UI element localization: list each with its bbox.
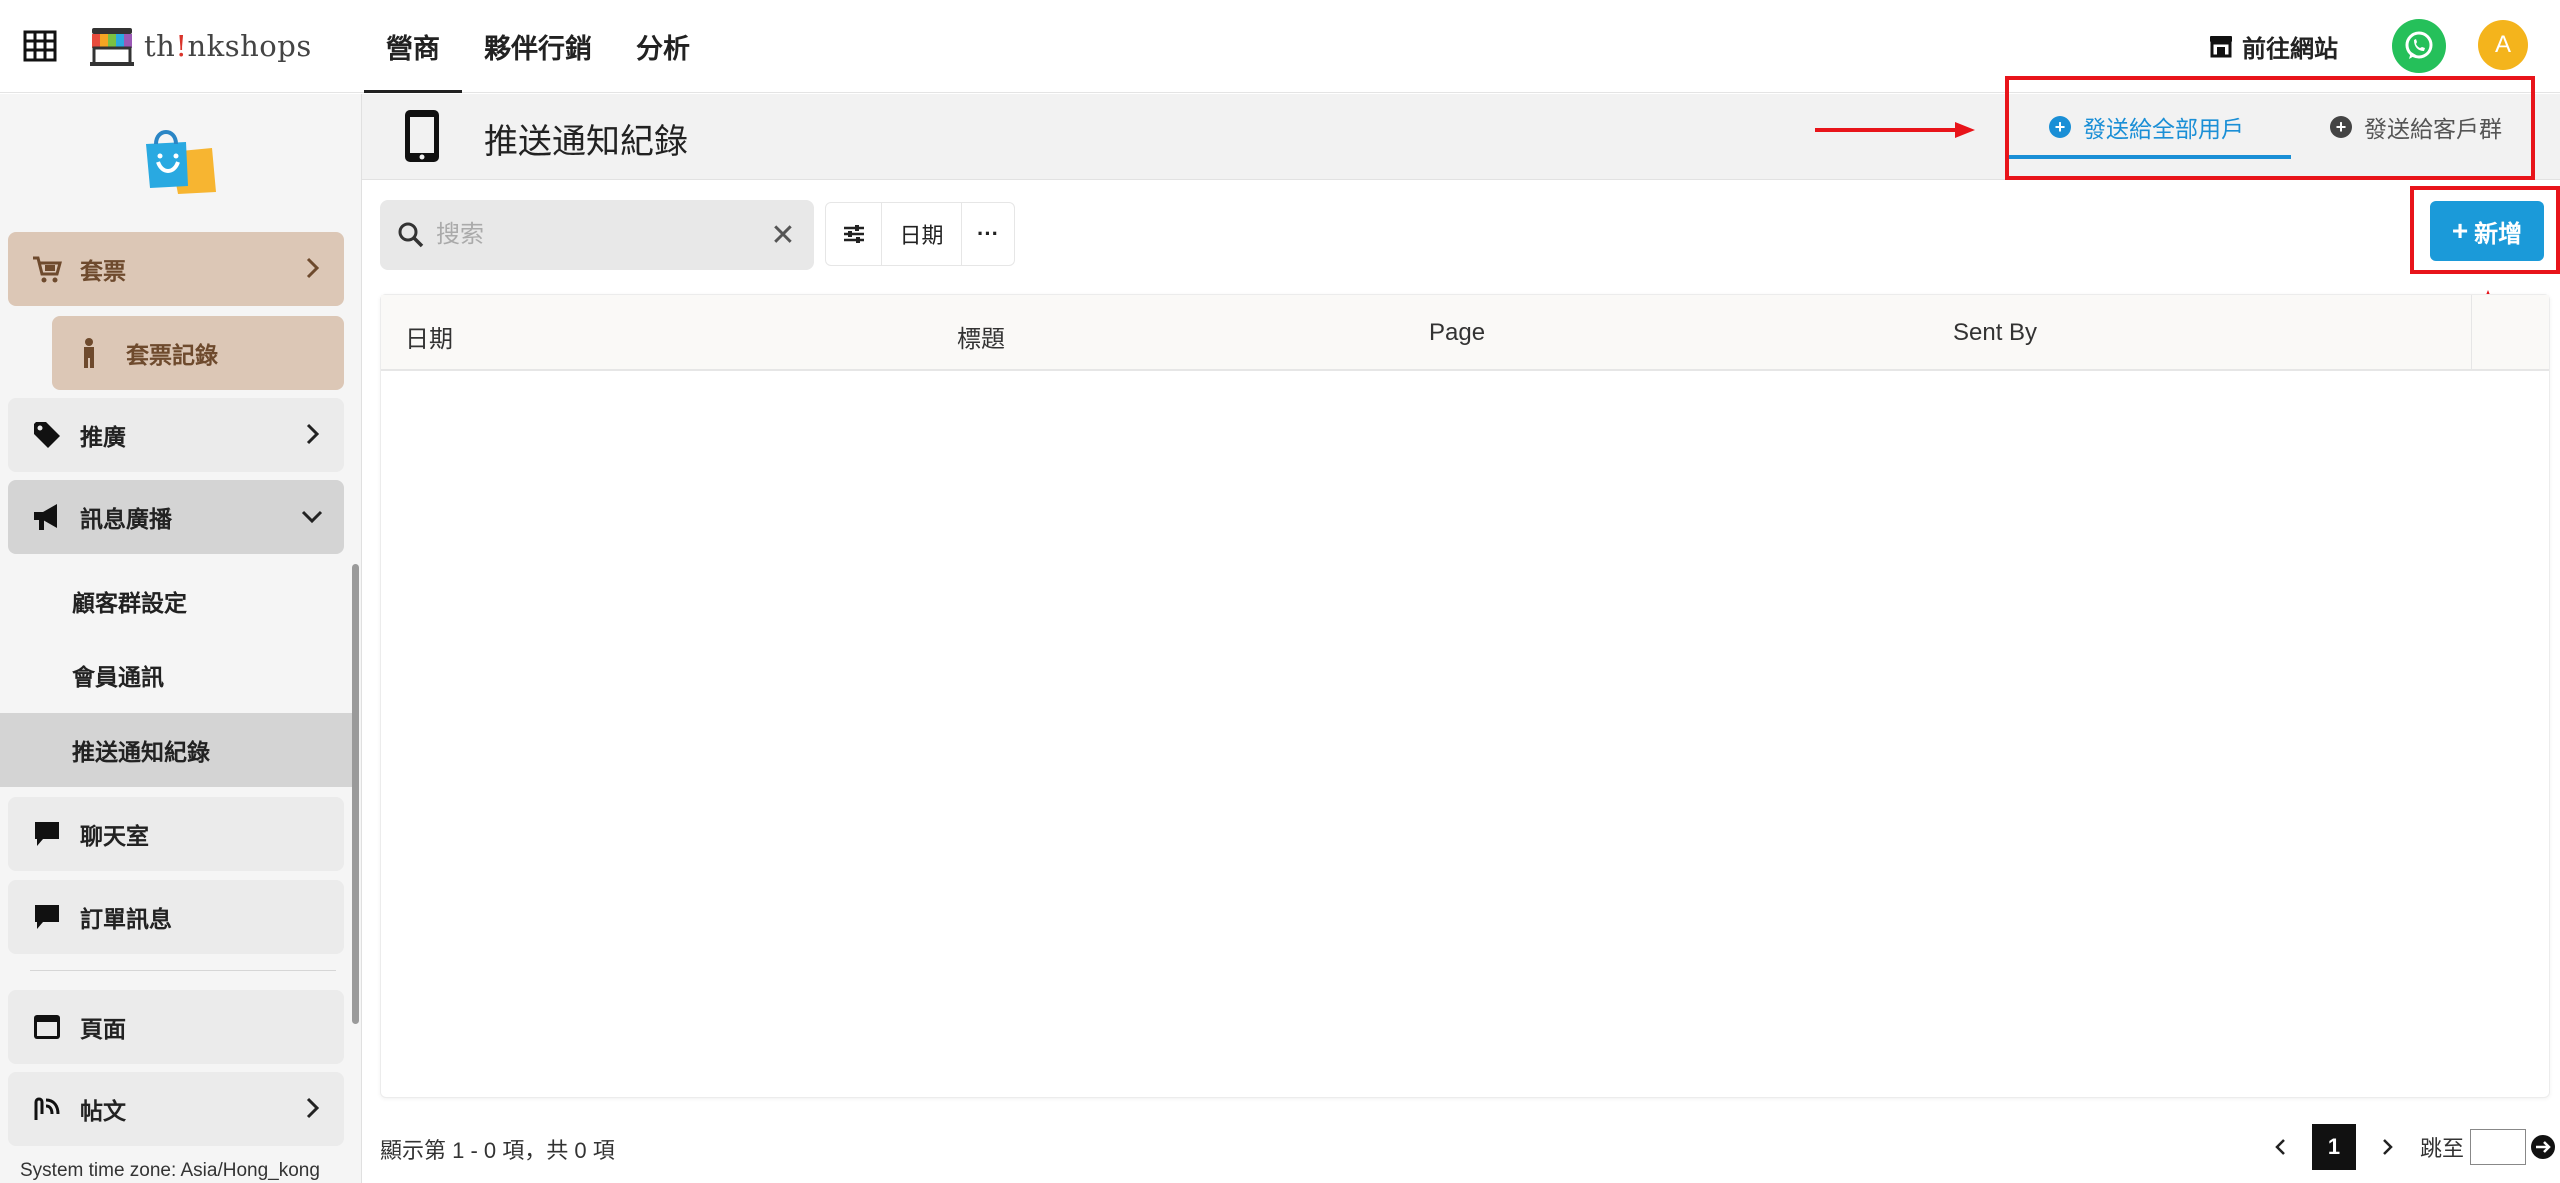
- column-header-date[interactable]: 日期: [405, 319, 453, 354]
- tab-label: 發送給全部用戶: [2083, 116, 2244, 142]
- logo-text: th!nkshops: [144, 29, 312, 63]
- sidebar-item-ticket[interactable]: 套票: [8, 232, 344, 306]
- table-header: 日期 標題 Page Sent By: [381, 295, 2549, 371]
- sidebar-item-broadcast[interactable]: 訊息廣播: [8, 480, 344, 554]
- sidebar-item-ticket-record[interactable]: 套票記錄: [52, 316, 344, 390]
- window-icon: [30, 1010, 64, 1044]
- chevron-down-icon: [301, 510, 323, 524]
- pagination-summary: 顯示第 1 - 0 項，共 0 項: [380, 1138, 615, 1163]
- tab-send-customer-group[interactable]: + 發送給客戶群: [2330, 107, 2502, 147]
- column-header-page[interactable]: Page: [1429, 319, 1485, 347]
- sidebar-item-promotion[interactable]: 推廣: [8, 398, 344, 472]
- cart-icon: [30, 252, 64, 286]
- chevron-right-icon: [306, 257, 320, 279]
- chevron-right-icon: [306, 1097, 320, 1119]
- app-grid-icon[interactable]: [22, 28, 58, 64]
- push-log-table: 日期 標題 Page Sent By: [380, 294, 2550, 1098]
- thinkshops-logo[interactable]: th!nkshops: [86, 20, 312, 72]
- person-icon: [74, 336, 104, 370]
- add-button[interactable]: + 新增: [2430, 201, 2544, 261]
- sliders-icon: [843, 225, 864, 243]
- column-header-sent-by[interactable]: Sent By: [1953, 319, 2037, 347]
- sidebar-item-label: 推廣: [80, 424, 126, 450]
- plus-circle-icon: +: [2049, 116, 2071, 138]
- pagination: 1 跳至: [2258, 1124, 2556, 1170]
- sidebar-scrollbar[interactable]: [352, 564, 359, 1024]
- goto-site-link[interactable]: 前往網站: [2208, 26, 2338, 66]
- more-options-button[interactable]: ···: [962, 203, 1014, 265]
- sidebar-item-pages[interactable]: 頁面: [8, 990, 344, 1064]
- page-title: 推送通知紀錄: [484, 123, 688, 161]
- sidebar-item-posts[interactable]: 帖文: [8, 1072, 344, 1146]
- shopping-bag-icon: [146, 130, 216, 194]
- sidebar-item-label: 訂單訊息: [80, 906, 172, 932]
- sidebar-item-label: 帖文: [80, 1098, 126, 1124]
- megaphone-icon: [30, 500, 64, 534]
- tab-send-all-users[interactable]: + 發送給全部用戶: [2049, 107, 2244, 147]
- jump-to-page-input[interactable]: [2470, 1129, 2527, 1165]
- tag-icon: [30, 418, 64, 452]
- jump-to-label: 跳至: [2420, 1136, 2465, 1161]
- top-nav-analytics[interactable]: 分析: [614, 0, 712, 93]
- filter-toolbar: 日期 ···: [825, 202, 1015, 266]
- whatsapp-icon[interactable]: [2392, 19, 2446, 73]
- filter-settings-button[interactable]: [826, 203, 882, 265]
- tab-label: 發送給客戶群: [2364, 116, 2502, 142]
- sidebar-sub-customer-group[interactable]: 顧客群設定: [0, 564, 352, 638]
- chevron-right-icon: [306, 423, 320, 445]
- next-page-icon[interactable]: [2364, 1124, 2410, 1170]
- chat-bubble-icon: [30, 900, 64, 934]
- column-header-title[interactable]: 標題: [957, 319, 1005, 354]
- tabs-annotation-box: + 發送給全部用戶 + 發送給客戶群: [2005, 76, 2535, 180]
- annotation-arrow-right: [1815, 122, 1975, 138]
- feed-icon: [30, 1092, 64, 1126]
- clear-search-icon[interactable]: ✕: [766, 218, 800, 252]
- search-icon: [398, 222, 424, 248]
- sidebar-item-chatroom[interactable]: 聊天室: [8, 797, 344, 871]
- sidebar-item-label: 聊天室: [80, 823, 149, 849]
- search-box: ✕: [380, 200, 814, 270]
- top-nav-business[interactable]: 營商: [364, 0, 462, 93]
- sidebar-sub-member-newsletter[interactable]: 會員通訊: [0, 638, 352, 712]
- search-input[interactable]: [436, 212, 756, 258]
- plus-icon: +: [2451, 215, 2469, 246]
- go-arrow-icon[interactable]: [2530, 1134, 2556, 1160]
- sidebar-item-label: 訊息廣播: [80, 506, 172, 532]
- mobile-phone-icon: [405, 110, 439, 162]
- sidebar-sub-push-log[interactable]: 推送通知紀錄: [0, 713, 352, 787]
- column-separator: [2471, 295, 2472, 371]
- add-button-label: 新增: [2474, 220, 2523, 248]
- sidebar-item-label: 頁面: [80, 1016, 126, 1042]
- current-page[interactable]: 1: [2312, 1124, 2356, 1170]
- shop-awning-icon: [90, 28, 134, 66]
- chat-bubble-icon: [30, 817, 64, 851]
- sidebar-item-label: 套票記錄: [126, 342, 218, 368]
- sidebar: 套票 套票記錄 推廣 訊息廣播 顧客群設定 會員通訊 推送通知紀錄 聊天室 訂單…: [0, 94, 362, 1183]
- date-filter-button[interactable]: 日期: [882, 203, 962, 265]
- sidebar-item-label: 套票: [80, 258, 126, 284]
- sidebar-item-order-messages[interactable]: 訂單訊息: [8, 880, 344, 954]
- active-tab-underline: [2009, 155, 2291, 159]
- system-timezone: System time zone: Asia/Hong_kong: [20, 1160, 320, 1181]
- plus-circle-icon: +: [2330, 116, 2352, 138]
- prev-page-icon[interactable]: [2258, 1124, 2304, 1170]
- sidebar-divider: [30, 970, 336, 971]
- store-icon: [2210, 36, 2232, 58]
- goto-site-label: 前往網站: [2242, 35, 2338, 63]
- avatar[interactable]: A: [2478, 20, 2528, 70]
- top-nav-partner-marketing[interactable]: 夥伴行銷: [462, 0, 614, 93]
- top-nav: 營商 夥伴行銷 分析: [364, 0, 712, 93]
